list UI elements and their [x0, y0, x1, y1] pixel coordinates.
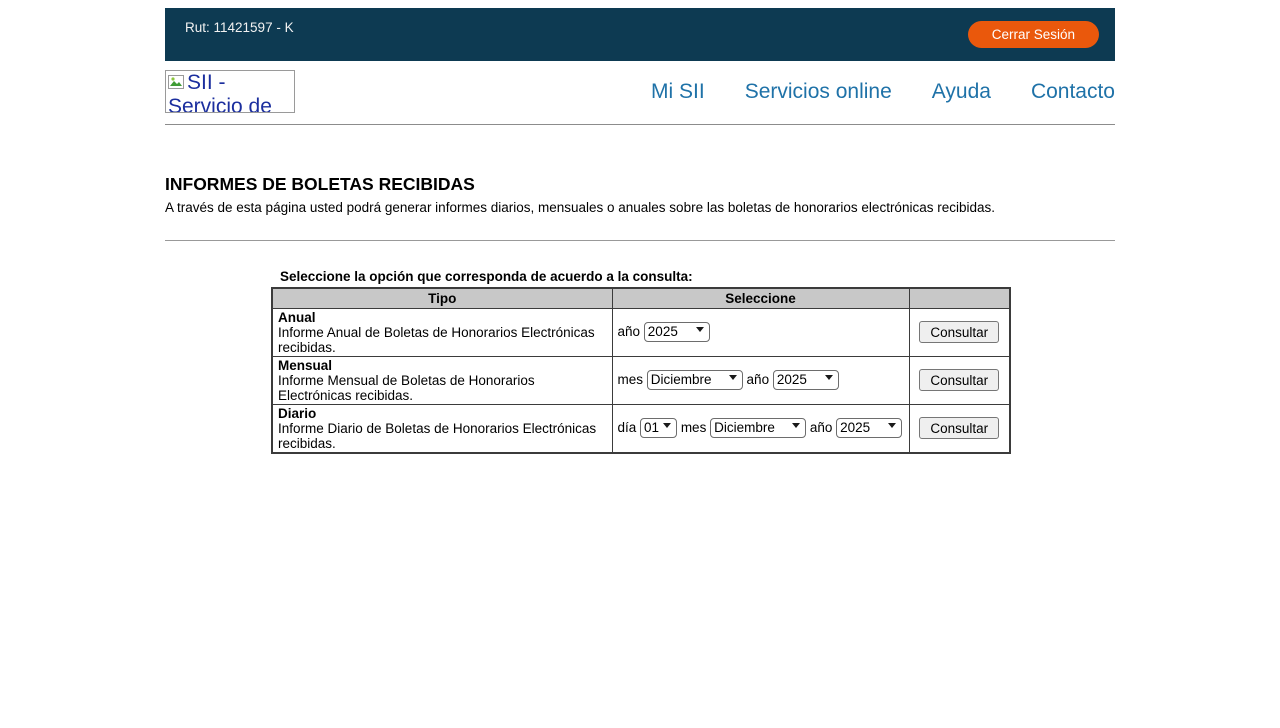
diario-description: Informe Diario de Boletas de Honorarios …	[278, 421, 596, 451]
diario-controls-cell: día 01 mes Diciembre año 2025	[612, 404, 909, 453]
mensual-month-select-wrap: Diciembre	[647, 367, 743, 393]
nav-link-mi-sii[interactable]: Mi SII	[651, 80, 705, 104]
diario-day-label: día	[618, 420, 637, 435]
table-row-mensual: MensualInforme Mensual de Boletas de Hon…	[272, 356, 1010, 404]
anual-year-select-wrap: 2025	[644, 319, 710, 345]
table-header-row: TipoSeleccione	[272, 288, 1010, 308]
mensual-type-cell: MensualInforme Mensual de Boletas de Hon…	[272, 356, 612, 404]
sii-logo-link[interactable]: SII - Servicio de	[165, 70, 295, 113]
anual-year-label: año	[618, 324, 641, 339]
column-header-seleccione: Seleccione	[612, 288, 909, 308]
report-options-section: Seleccione la opción que corresponda de …	[271, 269, 1009, 454]
logo-alt-text: SII - Servicio de	[168, 71, 272, 113]
anual-description: Informe Anual de Boletas de Honorarios E…	[278, 325, 595, 355]
anual-year-select[interactable]: 2025	[644, 322, 710, 342]
table-row-diario: DiarioInforme Diario de Boletas de Honor…	[272, 404, 1010, 453]
mensual-month-select[interactable]: Diciembre	[647, 370, 743, 390]
page-description: A través de esta página usted podrá gene…	[165, 200, 1115, 215]
main-nav: Mi SII Servicios online Ayuda Contacto	[651, 80, 1115, 104]
form-prompt: Seleccione la opción que corresponda de …	[280, 269, 1009, 284]
diario-day-select[interactable]: 01	[640, 418, 677, 438]
page-title: INFORMES DE BOLETAS RECIBIDAS	[165, 174, 1115, 195]
mensual-action-cell: Consultar	[909, 356, 1010, 404]
page-container: Rut: 11421597 - K Cerrar Sesión SII - Se…	[165, 8, 1115, 454]
anual-controls-cell: año 2025	[612, 308, 909, 356]
anual-type-cell: AnualInforme Anual de Boletas de Honorar…	[272, 308, 612, 356]
mensual-controls-cell: mes Diciembre año 2025	[612, 356, 909, 404]
diario-day-select-wrap: 01	[640, 415, 677, 441]
mensual-consultar-button[interactable]: Consultar	[919, 369, 999, 391]
mensual-type-label: Mensual	[278, 358, 607, 373]
logout-button[interactable]: Cerrar Sesión	[968, 21, 1099, 48]
diario-month-select-wrap: Diciembre	[710, 415, 806, 441]
anual-consultar-button[interactable]: Consultar	[919, 321, 999, 343]
diario-month-label: mes	[681, 420, 707, 435]
broken-image-icon	[168, 74, 186, 96]
topbar: Rut: 11421597 - K Cerrar Sesión	[165, 8, 1115, 61]
mensual-description: Informe Mensual de Boletas de Honorarios…	[278, 373, 535, 403]
diario-action-cell: Consultar	[909, 404, 1010, 453]
nav-link-contacto[interactable]: Contacto	[1031, 80, 1115, 104]
column-header-actions	[909, 288, 1010, 308]
table-row-anual: AnualInforme Anual de Boletas de Honorar…	[272, 308, 1010, 356]
diario-type-cell: DiarioInforme Diario de Boletas de Honor…	[272, 404, 612, 453]
diario-month-select[interactable]: Diciembre	[710, 418, 806, 438]
mensual-month-label: mes	[618, 372, 644, 387]
diario-year-select[interactable]: 2025	[836, 418, 902, 438]
diario-consultar-button[interactable]: Consultar	[919, 417, 999, 439]
main-content: INFORMES DE BOLETAS RECIBIDAS A través d…	[165, 174, 1115, 454]
nav-link-servicios-online[interactable]: Servicios online	[745, 80, 892, 104]
diario-type-label: Diario	[278, 406, 607, 421]
diario-year-label: año	[810, 420, 833, 435]
anual-action-cell: Consultar	[909, 308, 1010, 356]
mensual-year-select-wrap: 2025	[773, 367, 839, 393]
mensual-year-label: año	[747, 372, 770, 387]
nav-link-ayuda[interactable]: Ayuda	[932, 80, 991, 104]
anual-type-label: Anual	[278, 310, 607, 325]
header-divider	[165, 124, 1115, 125]
rut-label: Rut: 11421597 - K	[185, 20, 294, 61]
site-header: SII - Servicio de Mi SII Servicios online…	[165, 61, 1115, 124]
content-divider	[165, 240, 1115, 241]
mensual-year-select[interactable]: 2025	[773, 370, 839, 390]
report-options-table: TipoSeleccione AnualInforme Anual de Bol…	[271, 287, 1011, 454]
diario-year-select-wrap: 2025	[836, 415, 902, 441]
column-header-tipo: Tipo	[272, 288, 612, 308]
